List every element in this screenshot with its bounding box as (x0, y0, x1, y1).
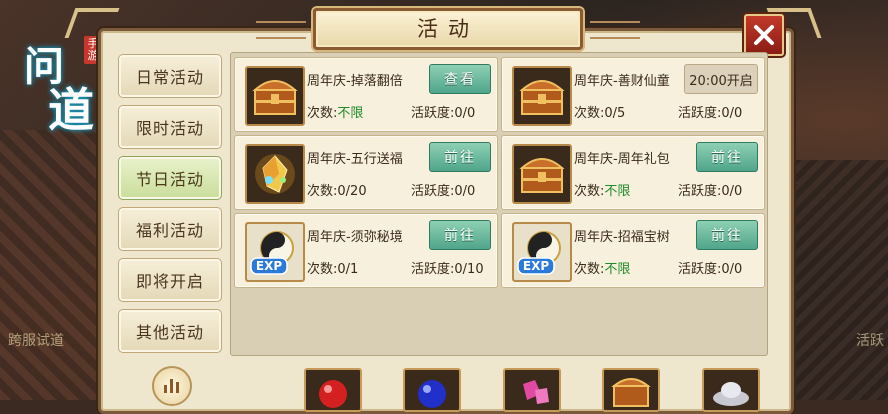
activity-activeness: 活跃度:0/0 (678, 262, 743, 277)
activity-name: 周年庆-善财仙童 (574, 74, 670, 89)
reward-treasure-chest-icon[interactable] (602, 368, 660, 412)
activity-count: 次数:不限 (574, 262, 631, 277)
activity-card: 周年庆-善财仙童 次数:0/5 活跃度:0/0 20:00开启 (501, 57, 765, 132)
gem-icon (245, 144, 305, 204)
activity-name: 周年庆-五行送福 (307, 152, 403, 167)
start-time-button[interactable]: 20:00开启 (684, 64, 758, 94)
activity-name: 周年庆-掉落翻倍 (307, 74, 403, 89)
activeness-stats-button[interactable] (152, 366, 192, 406)
activity-card: EXP 周年庆-招福宝树 次数:不限 活跃度:0/0 前往 (501, 213, 765, 288)
activity-name: 周年庆-须弥秘境 (307, 230, 403, 245)
category-sidebar: 日常活动 限时活动 节日活动 福利活动 即将开启 其他活动 (118, 54, 222, 360)
activity-activeness: 活跃度:0/0 (678, 184, 743, 199)
activity-card: 周年庆-周年礼包 次数:不限 活跃度:0/0 前往 (501, 135, 765, 210)
activity-activeness: 活跃度:0/0 (678, 106, 743, 121)
go-button[interactable]: 前往 (696, 220, 758, 250)
reward-red-orb-icon[interactable] (304, 368, 362, 412)
go-button[interactable]: 前往 (429, 142, 491, 172)
activity-count: 次数:不限 (307, 106, 364, 121)
close-icon (754, 25, 774, 45)
reward-silver-ingot-icon[interactable] (702, 368, 760, 412)
bar-chart-icon (164, 379, 179, 393)
background-label-right: 活跃 (856, 333, 884, 349)
treasure-chest-icon (512, 66, 572, 126)
activity-count: 次数:0/5 (574, 106, 626, 121)
close-button[interactable] (744, 14, 784, 56)
activity-activeness: 活跃度:0/0 (411, 106, 476, 121)
activity-count: 次数:0/1 (307, 262, 359, 277)
activity-card: 周年庆-掉落翻倍 次数:不限 活跃度:0/0 查看 (234, 57, 498, 132)
treasure-chest-icon (512, 144, 572, 204)
activity-name: 周年庆-招福宝树 (574, 230, 670, 245)
reward-pink-gems-icon[interactable] (503, 368, 561, 412)
go-button[interactable]: 前往 (696, 142, 758, 172)
sidebar-item-welfare[interactable]: 福利活动 (118, 207, 222, 251)
logo-char-2: 道 (48, 83, 94, 137)
treasure-chest-icon (245, 66, 305, 126)
activity-activeness: 活跃度:0/0 (411, 184, 476, 199)
sidebar-item-other[interactable]: 其他活动 (118, 309, 222, 353)
background-label-left: 跨服试道 (8, 333, 64, 349)
activity-count: 次数:0/20 (307, 184, 367, 199)
go-button[interactable]: 前往 (429, 220, 491, 250)
window-title: 活动 (417, 17, 479, 41)
sidebar-item-daily[interactable]: 日常活动 (118, 54, 222, 98)
sidebar-item-festival[interactable]: 节日活动 (118, 156, 222, 200)
exp-icon: EXP (245, 222, 305, 282)
activity-card: 周年庆-五行送福 次数:0/20 活跃度:0/0 前往 (234, 135, 498, 210)
game-logo: 问 道 手游 (14, 22, 104, 137)
activity-card: EXP 周年庆-须弥秘境 次数:0/1 活跃度:0/10 前往 (234, 213, 498, 288)
activity-count: 次数:不限 (574, 184, 631, 199)
exp-icon: EXP (512, 222, 572, 282)
background-building-left (0, 130, 110, 400)
sidebar-item-limited[interactable]: 限时活动 (118, 105, 222, 149)
sidebar-item-upcoming[interactable]: 即将开启 (118, 258, 222, 302)
view-button[interactable]: 查看 (429, 64, 491, 94)
reward-blue-orb-icon[interactable] (403, 368, 461, 412)
window-title-plate: 活动 (256, 8, 640, 50)
activity-list: 周年庆-掉落翻倍 次数:不限 活跃度:0/0 查看 周年庆-善财仙童 次数:0/… (230, 52, 768, 356)
svg-text:EXP: EXP (523, 259, 549, 273)
activity-name: 周年庆-周年礼包 (574, 152, 670, 167)
svg-text:EXP: EXP (256, 259, 282, 273)
activity-activeness: 活跃度:0/10 (411, 262, 484, 277)
